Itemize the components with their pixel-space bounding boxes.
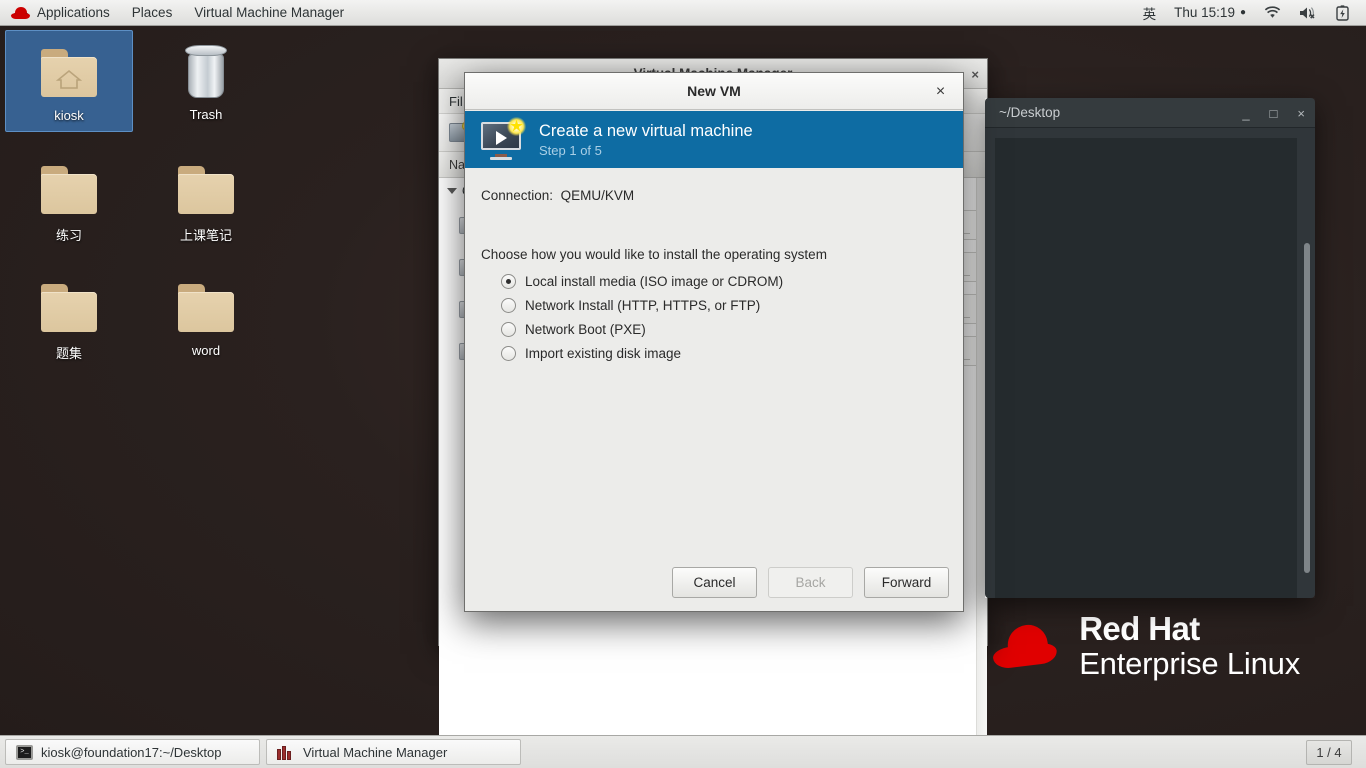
radio-option-network-install[interactable]: Network Install (HTTP, HTTPS, or FTP) bbox=[501, 298, 947, 313]
folder-icon bbox=[142, 277, 270, 339]
clock-label: Thu 15:19 bbox=[1174, 5, 1235, 20]
cancel-button[interactable]: Cancel bbox=[672, 566, 757, 598]
chevron-down-icon[interactable] bbox=[447, 188, 457, 194]
desktop-icon-word[interactable]: word bbox=[142, 266, 270, 366]
brand-line-1: Red Hat bbox=[1079, 609, 1200, 647]
vmm-menu-file[interactable]: Fil bbox=[449, 94, 463, 109]
connection-value: QEMU/KVM bbox=[560, 188, 635, 203]
forward-button[interactable]: Forward bbox=[864, 566, 949, 598]
terminal-window-title: ~/Desktop bbox=[999, 105, 1061, 120]
notification-dot-icon: ● bbox=[1239, 7, 1246, 18]
connection-row: Connection: QEMU/KVM bbox=[481, 188, 947, 203]
connection-label: Connection: bbox=[481, 188, 554, 203]
redhat-fedora-icon bbox=[992, 622, 1059, 671]
banner-title: Create a new virtual machine bbox=[539, 121, 753, 140]
radio-button[interactable] bbox=[501, 322, 516, 337]
volume-muted-icon[interactable] bbox=[1290, 0, 1327, 26]
vmm-icon bbox=[277, 745, 295, 760]
wifi-icon[interactable] bbox=[1255, 0, 1290, 26]
battery-charging-icon[interactable] bbox=[1327, 0, 1358, 26]
new-vm-dialog-title: New VM bbox=[687, 83, 741, 99]
desktop-icon-label: 上课笔记 bbox=[179, 228, 232, 243]
radio-label: Local install media (ISO image or CDROM) bbox=[525, 274, 784, 289]
panel-menu-label: Applications bbox=[37, 5, 110, 20]
new-vm-dialog[interactable]: New VM × Create a new virtual machine St… bbox=[464, 72, 964, 612]
redhat-branding: Red Hat Enterprise Linux bbox=[992, 609, 1300, 681]
brand-line-2: Enterprise Linux bbox=[1079, 645, 1300, 681]
taskbar[interactable]: >_ kiosk@foundation17:~/Desktop Virtual … bbox=[0, 735, 1366, 768]
input-method-indicator[interactable]: 英 bbox=[1134, 0, 1166, 26]
radio-label: Network Install (HTTP, HTTPS, or FTP) bbox=[525, 298, 761, 313]
radio-option-import-disk-image[interactable]: Import existing disk image bbox=[501, 346, 947, 361]
desktop-icon-kiosk[interactable]: kiosk bbox=[5, 30, 133, 132]
close-icon[interactable]: × bbox=[931, 82, 950, 101]
terminal-scrollbar[interactable] bbox=[1304, 243, 1310, 573]
terminal-titlebar[interactable]: ~/Desktop _ □ × bbox=[985, 98, 1315, 128]
desktop-icon-label: word bbox=[191, 343, 221, 358]
folder-icon bbox=[5, 277, 133, 339]
taskbar-item-label: kiosk@foundation17:~/Desktop bbox=[41, 744, 222, 760]
terminal-output-area[interactable] bbox=[995, 138, 1297, 598]
desktop-icon-label: kiosk bbox=[54, 108, 84, 123]
new-vm-footer: Cancel Back Forward bbox=[465, 553, 963, 611]
clock[interactable]: Thu 15:19 ● bbox=[1165, 0, 1255, 26]
desktop-icon-lianxi[interactable]: 练习 bbox=[5, 148, 133, 252]
panel-menu-places[interactable]: Places bbox=[121, 0, 184, 26]
folder-icon bbox=[142, 159, 270, 221]
workspace-indicator[interactable]: 1 / 4 bbox=[1306, 739, 1352, 765]
desktop-icon-trash[interactable]: Trash bbox=[142, 30, 270, 130]
panel-menu-active-app[interactable]: Virtual Machine Manager bbox=[183, 0, 355, 26]
terminal-window[interactable]: ~/Desktop _ □ × bbox=[985, 98, 1315, 598]
radio-label: Import existing disk image bbox=[525, 346, 682, 361]
panel-menu-label: Places bbox=[131, 5, 173, 20]
new-vm-banner: Create a new virtual machine Step 1 of 5 bbox=[465, 110, 963, 168]
radio-button[interactable] bbox=[501, 274, 516, 289]
terminal-body[interactable] bbox=[985, 128, 1315, 598]
radio-option-network-boot[interactable]: Network Boot (PXE) bbox=[501, 322, 947, 337]
desktop-icon-label: 练习 bbox=[55, 228, 82, 243]
terminal-icon: >_ bbox=[16, 744, 33, 760]
install-method-prompt: Choose how you would like to install the… bbox=[481, 247, 827, 262]
desktop-icon-shangkebiji[interactable]: 上课笔记 bbox=[142, 148, 270, 252]
desktop-icon-label: 题集 bbox=[55, 346, 82, 361]
folder-icon bbox=[5, 159, 133, 221]
terminal-maximize-button[interactable]: □ bbox=[1270, 106, 1278, 121]
taskbar-item-vmm[interactable]: Virtual Machine Manager bbox=[266, 739, 521, 765]
desktop-icon-tiji[interactable]: 题集 bbox=[5, 266, 133, 370]
redhat-logo-icon bbox=[11, 6, 30, 19]
new-vm-monitor-icon bbox=[481, 116, 526, 160]
banner-step-indicator: Step 1 of 5 bbox=[539, 142, 602, 158]
desktop-icon-label: Trash bbox=[189, 107, 223, 122]
home-folder-icon bbox=[6, 42, 132, 104]
panel-menu-applications[interactable]: Applications bbox=[0, 0, 121, 26]
terminal-close-button[interactable]: × bbox=[1297, 106, 1305, 121]
radio-button[interactable] bbox=[501, 298, 516, 313]
trash-icon bbox=[142, 41, 270, 103]
new-vm-body: Connection: QEMU/KVM Choose how you woul… bbox=[465, 168, 963, 553]
vmm-close-button[interactable]: × bbox=[971, 67, 979, 82]
top-panel[interactable]: Applications Places Virtual Machine Mana… bbox=[0, 0, 1366, 26]
new-vm-titlebar[interactable]: New VM × bbox=[465, 73, 963, 110]
radio-label: Network Boot (PXE) bbox=[525, 322, 646, 337]
taskbar-item-label: Virtual Machine Manager bbox=[303, 744, 448, 760]
radio-button[interactable] bbox=[501, 346, 516, 361]
terminal-minimize-button[interactable]: _ bbox=[1242, 106, 1249, 121]
back-button: Back bbox=[768, 566, 853, 598]
radio-option-local-install-media[interactable]: Local install media (ISO image or CDROM) bbox=[501, 274, 947, 289]
panel-menu-label: Virtual Machine Manager bbox=[194, 5, 345, 20]
taskbar-item-terminal[interactable]: >_ kiosk@foundation17:~/Desktop bbox=[5, 739, 260, 765]
vmm-column-name: Na bbox=[449, 157, 465, 172]
